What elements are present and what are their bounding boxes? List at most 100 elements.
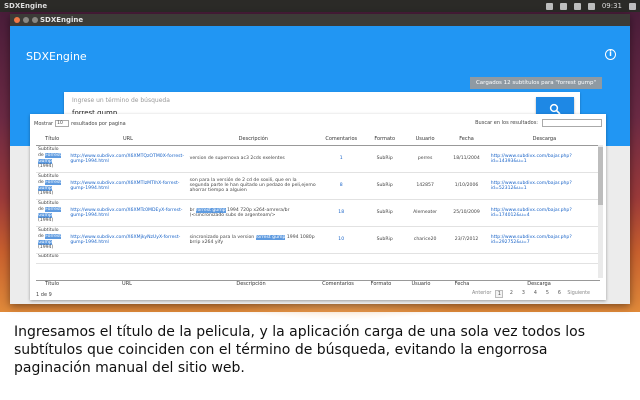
column-header[interactable]: Descripción — [187, 134, 319, 146]
subtitle-title-cell: Subtitulo de Forrest Gump (1994) — [36, 145, 69, 173]
download-link[interactable]: http://www.subdivx.com/bajar.php?id=1740… — [488, 199, 600, 227]
search-term-highlight: forrest gump — [195, 207, 226, 213]
column-header[interactable]: Descarga — [488, 134, 600, 146]
window-minimize-button[interactable] — [23, 17, 29, 23]
footer-column-label: Formato — [370, 281, 392, 287]
table-row[interactable]: Subtitulo de Forrest Gump (1994) http://www.… — [36, 172, 600, 200]
page-length-control: Mostrar 10 resultados por pagina — [34, 120, 126, 127]
results-table: Título URL Descripción Comentarios Forma… — [36, 134, 600, 264]
pagination-page-2[interactable]: 2 — [507, 290, 515, 298]
search-term-highlight: Forrest — [45, 206, 62, 212]
subtitle-url-link[interactable]: http://www.subdivx.com/X6XMjkyNzUyX-forr… — [68, 226, 188, 254]
search-term-highlight: Gump — [38, 158, 52, 164]
subtitle-title-cell: Subtitulo — [36, 253, 69, 264]
empty-cell — [444, 253, 489, 264]
system-tray: 09:31 — [545, 0, 636, 12]
subtitle-title-line: (1994) — [38, 191, 54, 197]
volume-icon[interactable] — [587, 2, 595, 10]
filter-label: Buscar en los resultados: — [475, 120, 538, 126]
table-row[interactable]: Subtitulo de Forrest Gump (1994) http://www.… — [36, 145, 600, 173]
app-window: SDXEngine SDXEngine i Cargados 12 subtít… — [10, 14, 630, 304]
search-term-highlight: Forrest — [45, 152, 62, 158]
subtitle-description: version de supernova ac3 2cds exelentes — [187, 145, 319, 173]
column-header[interactable]: URL — [68, 134, 188, 146]
clock[interactable]: 09:31 — [602, 0, 622, 12]
footer-column-label: Título — [44, 281, 60, 287]
window-titlebar[interactable]: SDXEngine — [10, 14, 630, 26]
subtitle-title-line: Subtitulo — [38, 253, 59, 259]
pagination-page-6[interactable]: 6 — [555, 290, 563, 298]
subtitle-url-link[interactable]: http://www.subdivx.com/X6XMTIzMTIhX-forr… — [68, 172, 188, 200]
subtitle-format: SubRip — [363, 145, 406, 173]
power-icon[interactable] — [629, 2, 636, 10]
download-link[interactable]: http://www.subdivx.com/bajar.php?id=1439… — [488, 145, 600, 173]
table-controls: Mostrar 10 resultados por pagina Buscar … — [34, 118, 602, 128]
column-header[interactable]: Formato — [363, 134, 406, 146]
search-term-highlight: Gump — [38, 212, 52, 218]
subtitle-title-cell: Subtitulo de Forrest Gump (1994) — [36, 172, 69, 200]
pagination-page-5[interactable]: 5 — [543, 290, 551, 298]
table-scrollbar[interactable] — [598, 145, 603, 278]
scrollbar-thumb[interactable] — [598, 147, 603, 205]
pagination: Anterior 1 2 3 4 5 6 Siguiente — [472, 290, 590, 298]
search-term-highlight: Forrest — [45, 233, 62, 239]
comments-count-link[interactable]: 10 — [319, 226, 364, 254]
bluetooth-icon[interactable] — [559, 2, 567, 10]
pagination-page-4[interactable]: 4 — [531, 290, 539, 298]
subtitle-user: perres — [405, 145, 445, 173]
search-term-highlight: Gump — [38, 185, 52, 191]
window-maximize-button[interactable] — [32, 17, 38, 23]
empty-cell — [363, 253, 406, 264]
subtitle-description: sincronizado para la version forrest gum… — [187, 226, 319, 254]
column-header[interactable]: Comentarios — [319, 134, 364, 146]
table-footer-row: Título URL Descripción Comentarios Forma… — [36, 280, 600, 289]
subtitle-date: 25/10/2009 — [444, 199, 489, 227]
table-row[interactable]: Subtitulo de Forrest Gump (1994) http://www.… — [36, 199, 600, 227]
column-header[interactable]: Fecha — [444, 134, 489, 146]
window-close-button[interactable] — [14, 17, 20, 23]
search-term-highlight: Gump — [38, 239, 52, 245]
pagination-page-3[interactable]: 3 — [519, 290, 527, 298]
search-placeholder: Ingrese un término de búsqueda — [72, 97, 170, 104]
empty-cell — [405, 253, 445, 264]
subtitle-title-cell: Subtitulo de Forrest Gump (1994) — [36, 199, 69, 227]
footer-column-label: Usuario — [411, 281, 431, 287]
comments-count-link[interactable]: 1 — [319, 145, 364, 173]
subtitle-format: SubRip — [363, 226, 406, 254]
subtitle-title-cell: Subtitulo de Forrest Gump (1994) — [36, 226, 69, 254]
empty-cell — [319, 253, 364, 264]
table-row[interactable]: Subtitulo de Forrest Gump (1994) http://www.… — [36, 226, 600, 254]
subtitle-description: br forrest gump 1994 720p x264-amrera/br… — [187, 199, 319, 227]
app-title: SDXEngine — [26, 50, 87, 63]
filter-input[interactable] — [542, 119, 602, 127]
table-info: 1 de 9 — [36, 292, 52, 298]
column-header[interactable]: Título — [36, 134, 69, 146]
download-link[interactable]: http://www.subdivx.com/bajar.php?id=5231… — [488, 172, 600, 200]
footer-column-label: Comentarios — [322, 281, 354, 287]
footer-column-label: URL — [122, 281, 132, 287]
subtitle-url-link[interactable]: http://www.subdivx.com/X6XMTQzOTM0X-forr… — [68, 145, 188, 173]
window-controls — [14, 17, 38, 23]
subtitle-user: charice20 — [405, 226, 445, 254]
table-bottom-bar: 1 de 9 Anterior 1 2 3 4 5 6 Siguiente — [36, 290, 600, 299]
info-icon[interactable]: i — [605, 49, 616, 60]
comments-count-link[interactable]: 18 — [319, 199, 364, 227]
footer-column-label: Fecha — [454, 281, 470, 287]
pagination-previous[interactable]: Anterior — [472, 290, 491, 298]
pagination-page-1[interactable]: 1 — [495, 290, 504, 298]
column-header[interactable]: Usuario — [405, 134, 445, 146]
system-app-name: SDXEngine — [4, 2, 48, 10]
subtitle-user: 142857 — [405, 172, 445, 200]
download-link[interactable]: http://www.subdivx.com/bajar.php?id=2927… — [488, 226, 600, 254]
network-icon[interactable] — [573, 2, 581, 10]
comments-count-link[interactable]: 8 — [319, 172, 364, 200]
screenshot: SDXEngine 09:31 SDXEngine SDXEngine i Ca… — [0, 0, 640, 400]
subtitle-url-link[interactable]: http://www.subdivx.com/X6XMTc0MDEyX-forr… — [68, 199, 188, 227]
page-length-select[interactable]: 10 — [55, 120, 70, 127]
subtitle-title-line: (1994) — [38, 218, 54, 224]
pagination-next[interactable]: Siguiente — [567, 290, 590, 298]
mail-icon[interactable] — [545, 2, 553, 10]
subtitle-user: Alemeater — [405, 199, 445, 227]
footer-column-label: Descripción — [236, 281, 266, 287]
table-row-partial[interactable]: Subtitulo — [36, 253, 600, 264]
